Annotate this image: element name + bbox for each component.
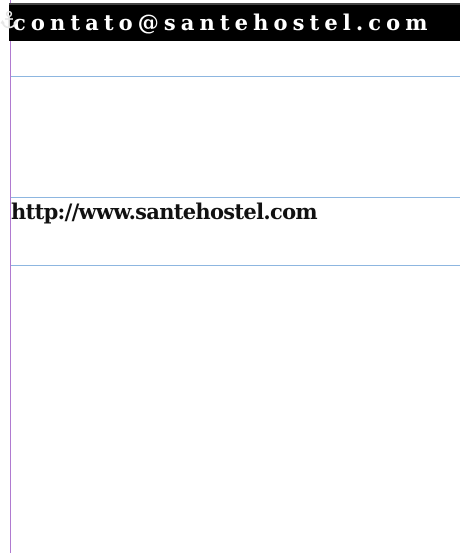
document-canvas: contato@santehostel.com http://www.sante… [0,0,460,553]
anchor-icon[interactable] [0,10,18,30]
email-text[interactable]: contato@santehostel.com [13,8,433,38]
anchor-icon-glyph [0,10,18,29]
left-margin-guide [10,0,11,553]
email-text-frame[interactable]: contato@santehostel.com [9,3,460,41]
horizontal-guide-3 [11,265,460,266]
horizontal-guide-1 [11,76,460,77]
website-url-text[interactable]: http://www.santehostel.com [11,197,318,227]
